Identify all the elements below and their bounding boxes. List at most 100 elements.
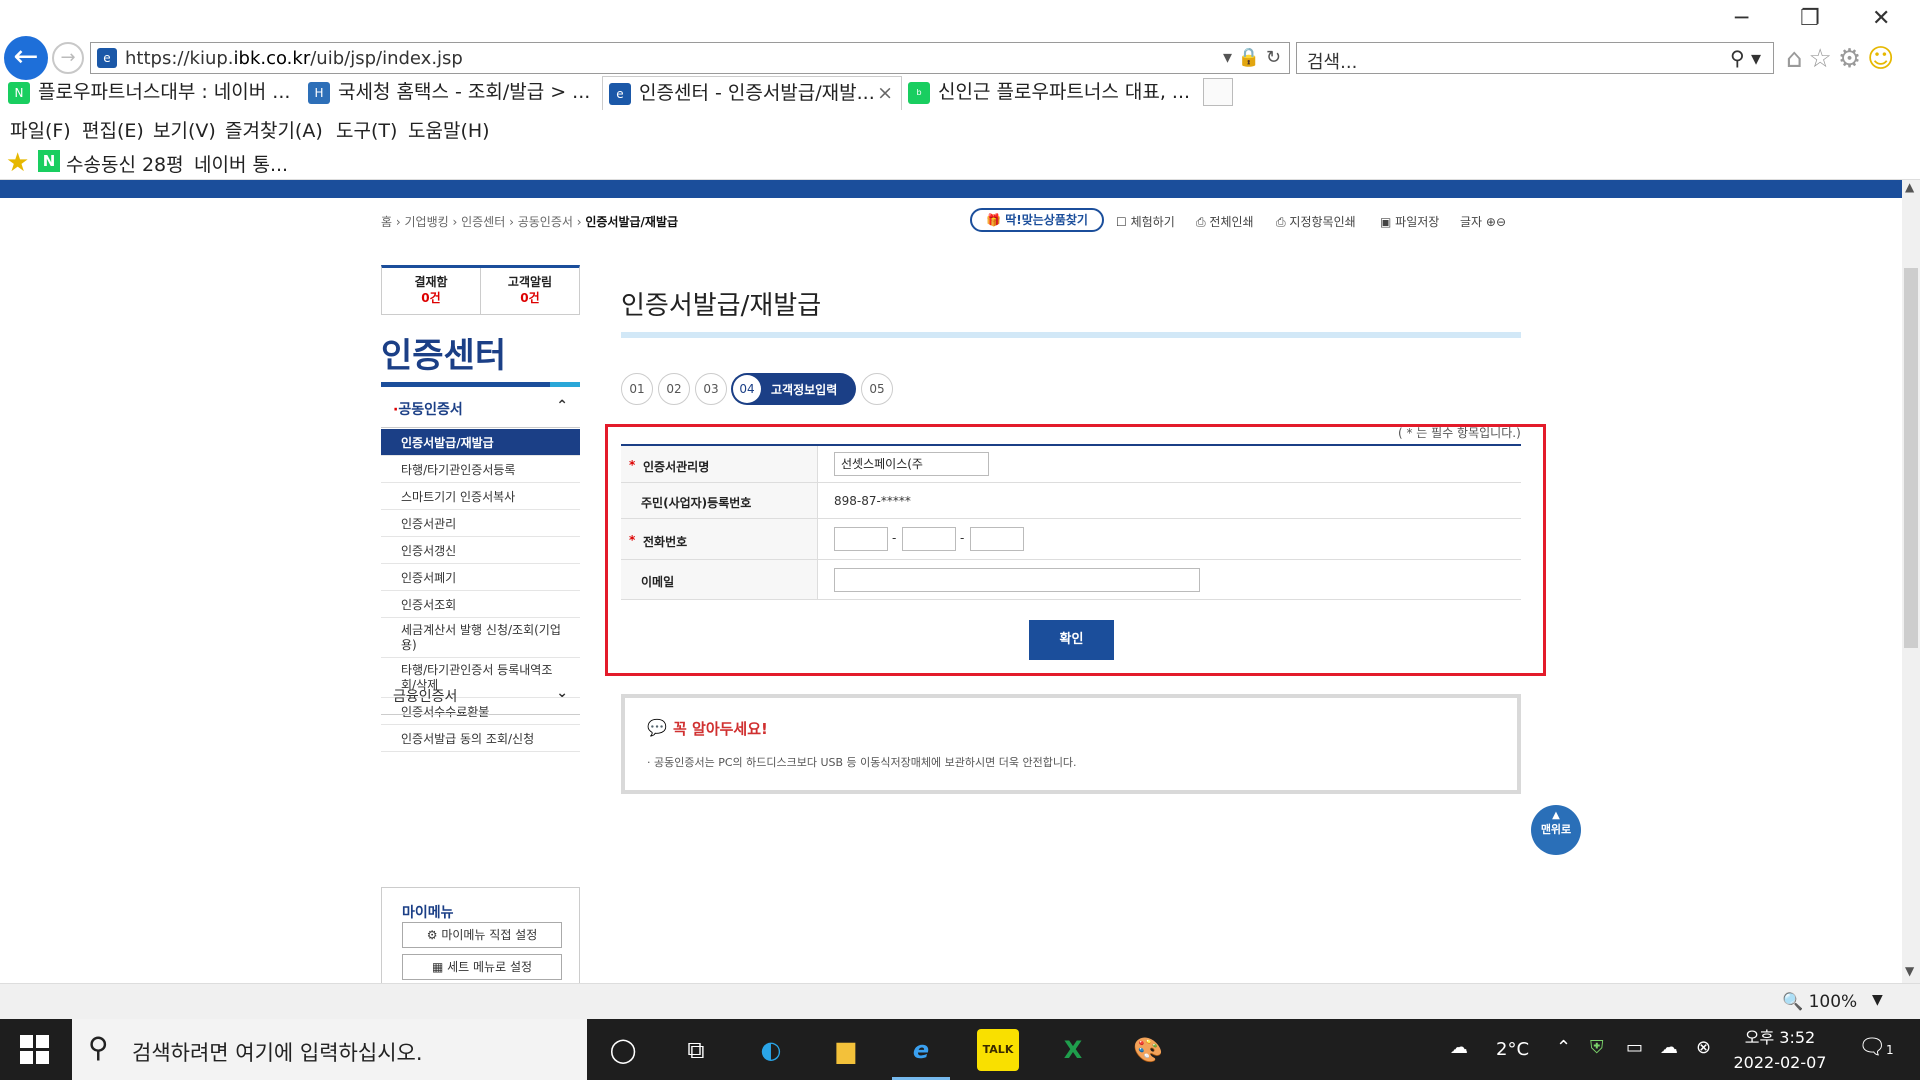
sidebar-item-5[interactable]: 인증서갱신 [381,537,580,564]
sidebar-item-label: 인증서폐기 [401,571,457,585]
sidebar-item-6[interactable]: 인증서폐기 [381,564,580,591]
arrow-up-icon: ▲ [1552,810,1560,821]
zoom-icon: 🔍 [1782,992,1804,1012]
close-circle-icon[interactable]: ⊗ [1696,1037,1711,1080]
approval-box-link[interactable]: 결재함 0건 [382,274,480,306]
tray-chevron-up-icon[interactable]: ⌃ [1556,1037,1571,1080]
favorite-link-1[interactable]: 수송동신 28평 [66,150,184,177]
highlight-box [605,424,1546,676]
sidebar-title-underline [381,382,580,387]
sidebar-category-financial-cert[interactable]: 금융인증서 ⌄ [381,675,580,715]
search-icon: ⚲ [88,1031,109,1064]
lock-icon[interactable]: 🔒 [1238,47,1260,68]
save-file-link[interactable]: ▣ 파일저장 [1380,213,1439,230]
menu-help[interactable]: 도움말(H) [408,116,490,143]
my-menu-set-button[interactable]: ▦ 세트 메뉴로 설정 [402,954,562,980]
tab-hometax[interactable]: H 국세청 홈택스 - 조회/발급 > ... [302,76,602,110]
excel-icon[interactable]: X [1052,1029,1094,1071]
kakaotalk-icon[interactable]: TALK [977,1029,1019,1071]
forward-button[interactable]: → [52,42,84,74]
refresh-icon[interactable]: ↻ [1266,47,1281,68]
font-minus-icon[interactable]: ⊖ [1496,215,1506,229]
meet-icon[interactable]: ▭ [1626,1037,1643,1080]
step-04-active: 04 고객정보입력 [731,373,856,405]
sidebar-category-joint-cert[interactable]: ·공동인증서 ⌃ [381,388,580,428]
tab-naver-1[interactable]: N 플로우파트너스대부 : 네이버 ... [2,76,302,110]
edge-icon[interactable]: ◐ [750,1029,792,1071]
search-icon[interactable]: ⚲ ▾ [1730,46,1761,70]
sidebar-item-label: 세금계산서 발행 신청/조회(기업용) [401,623,561,652]
gear-icon[interactable]: ⚙ [1838,44,1867,74]
sidebar-item-1[interactable]: 인증서발급/재발급 [381,429,580,456]
dropdown-icon[interactable]: ▾ [1223,47,1232,68]
sidebar-item-4[interactable]: 인증서관리 [381,510,580,537]
task-view-icon[interactable]: ⧉ [675,1029,717,1071]
restore-button[interactable]: ❐ [1800,6,1820,31]
browser-toolbar: ─ ❐ ✕ ← → e https://kiup.ibk.co.kr/uib/j… [0,0,1920,80]
sidebar-item-11[interactable]: 인증서발급 동의 조회/신청 [381,725,580,752]
search-input[interactable]: 검색... ⚲ ▾ [1296,42,1774,74]
smiley-icon[interactable]: ☺ [1867,44,1900,74]
sidebar-item-8[interactable]: 세금계산서 발행 신청/조회(기업용) [381,618,580,658]
tab-cert-center[interactable]: e 인증센터 - 인증서발급/재발... × [602,76,902,110]
page-scrollbar[interactable]: ▲ ▼ [1902,180,1920,983]
font-plus-icon[interactable]: ⊕ [1486,215,1496,229]
scrollbar-thumb[interactable] [1904,268,1918,648]
chevron-up-icon: ⌃ [556,398,568,414]
sidebar-item-3[interactable]: 스마트기기 인증서복사 [381,483,580,510]
security-shield-icon[interactable]: ⛨ [1590,1037,1604,1080]
menu-view[interactable]: 보기(V) [153,116,216,143]
file-explorer-icon[interactable]: ▆ [825,1029,867,1071]
print-selected-link[interactable]: ⎙ 지정항목인쇄 [1276,213,1356,230]
cloud-sync-icon[interactable]: ☁ [1660,1037,1678,1080]
scroll-down-icon[interactable]: ▼ [1905,964,1914,978]
breadcrumb: 홈 › 기업뱅킹 › 인증센터 › 공동인증서 › 인증서발급/재발급 [381,215,679,229]
tab-strip: N 플로우파트너스대부 : 네이버 ... H 국세청 홈택스 - 조회/발급 … [0,76,1920,110]
minimize-button[interactable]: ─ [1735,6,1748,31]
address-bar[interactable]: e https://kiup.ibk.co.kr/uib/jsp/index.j… [90,42,1290,74]
taskbar-search[interactable]: ⚲ 검색하려면 여기에 입력하십시오. [72,1019,587,1080]
internet-explorer-icon[interactable]: e [892,1029,950,1080]
my-menu-box: 마이메뉴 ⚙ 마이메뉴 직접 설정 ▦ 세트 메뉴로 설정 [381,887,580,983]
favorites-star-icon[interactable]: ☆ [1809,44,1838,74]
favorites-add-icon[interactable]: ★ [6,148,29,178]
sidebar-item-7[interactable]: 인증서조회 [381,591,580,618]
zoom-dropdown-icon[interactable]: ▼ [1872,992,1883,1008]
scroll-up-icon[interactable]: ▲ [1905,180,1914,194]
menu-edit[interactable]: 편집(E) [82,116,144,143]
new-tab-button[interactable] [1203,78,1233,106]
start-button[interactable] [20,1035,50,1065]
chevron-down-icon: ⌄ [556,685,568,701]
notification-icon[interactable]: 🗨1 [1858,1035,1894,1080]
tab-close-icon[interactable]: × [877,77,893,109]
blog-icon: b [908,82,930,104]
weather-temp[interactable]: 2°C [1496,1039,1529,1080]
menu-file[interactable]: 파일(F) [10,116,71,143]
my-menu-direct-button[interactable]: ⚙ 마이메뉴 직접 설정 [402,922,562,948]
page-viewport: 홈 › 기업뱅킹 › 인증센터 › 공동인증서 › 인증서발급/재발급 🎁 딱!… [0,180,1902,983]
ie-right-icons: ⌂☆⚙☺ [1786,44,1900,74]
back-button[interactable]: ← [4,36,48,80]
zoom-level[interactable]: 🔍 100% [1782,992,1857,1012]
naver-icon: N [8,82,30,104]
sidebar-item-2[interactable]: 타행/타기관인증서등록 [381,456,580,483]
customer-alert-link[interactable]: 고객알림 0건 [481,274,579,306]
menu-tools[interactable]: 도구(T) [336,116,397,143]
clock[interactable]: 오후 3:52 2022-02-07 [1730,1025,1830,1075]
close-window-button[interactable]: ✕ [1872,6,1890,31]
trial-link[interactable]: ☐ 체험하기 [1116,213,1175,230]
weather-icon[interactable]: ☁ [1450,1037,1468,1080]
paint-icon[interactable]: 🎨 [1127,1029,1169,1071]
menu-favorites[interactable]: 즐겨찾기(A) [225,116,323,143]
print-all-link[interactable]: ⎙ 전체인쇄 [1196,213,1254,230]
step-05: 05 [861,373,893,405]
address-right-icons: ▾ 🔒 ↻ [1223,47,1281,68]
sidebar-item-label: 스마트기기 인증서복사 [401,490,516,504]
favorite-link-2[interactable]: 네이버 통... [194,150,288,177]
product-finder-button[interactable]: 🎁 딱!맞는상품찾기 [970,208,1104,232]
tab-naver-blog[interactable]: b 신인근 플로우파트너스 대표, ... [902,76,1202,110]
page-title: 인증서발급/재발급 [621,291,822,321]
scroll-top-button[interactable]: ▲ 맨위로 [1531,805,1581,855]
cortana-icon[interactable]: ◯ [602,1029,644,1071]
home-icon[interactable]: ⌂ [1786,44,1809,74]
